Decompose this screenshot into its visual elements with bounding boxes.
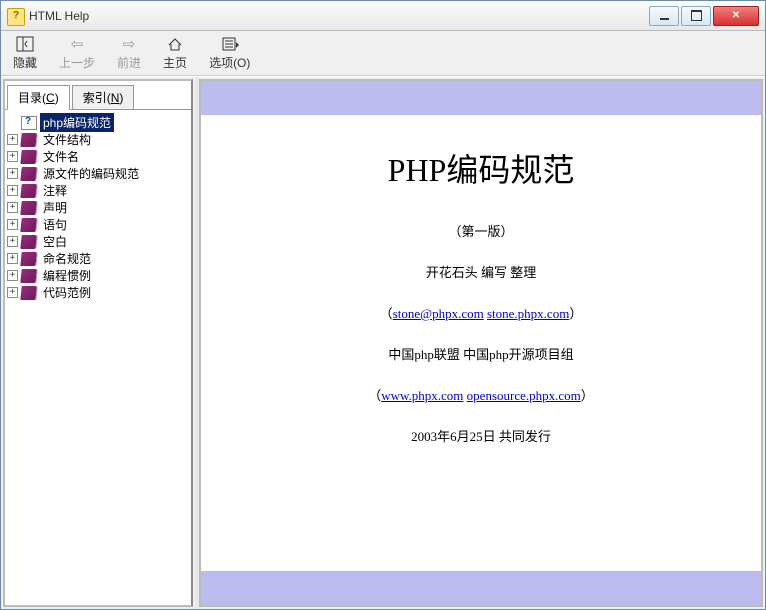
doc-email-line: （stone@phpx.com stone.phpx.com） bbox=[231, 303, 731, 322]
expand-icon[interactable]: + bbox=[7, 219, 18, 230]
expand-icon[interactable]: + bbox=[7, 253, 18, 264]
forward-button: ⇨ 前进 bbox=[109, 33, 149, 73]
hide-icon bbox=[15, 35, 35, 53]
expand-icon[interactable]: + bbox=[7, 270, 18, 281]
book-icon bbox=[20, 218, 37, 232]
nav-tabs: 目录(C) 索引(N) bbox=[7, 85, 191, 109]
book-icon bbox=[20, 133, 37, 147]
app-window: HTML Help 隐藏 ⇦ 上一步 ⇨ 前进 主页 bbox=[0, 0, 766, 610]
expand-icon[interactable]: + bbox=[7, 151, 18, 162]
book-icon bbox=[20, 235, 37, 249]
minimize-button[interactable] bbox=[649, 6, 679, 26]
home-button[interactable]: 主页 bbox=[155, 33, 195, 73]
doc-org: 中国php联盟 中国php开源项目组 bbox=[231, 344, 731, 363]
expand-icon[interactable]: + bbox=[7, 202, 18, 213]
tree-item-label: 代码范例 bbox=[40, 283, 94, 302]
expand-icon[interactable]: + bbox=[7, 236, 18, 247]
book-icon bbox=[20, 252, 37, 266]
content-pane[interactable]: PHP编码规范 （第一版） 开花石头 编写 整理 （stone@phpx.com… bbox=[199, 79, 763, 607]
doc-title: PHP编码规范 bbox=[231, 145, 731, 191]
back-arrow-icon: ⇦ bbox=[67, 35, 87, 53]
expand-icon[interactable]: + bbox=[7, 185, 18, 196]
hide-button[interactable]: 隐藏 bbox=[5, 33, 45, 73]
tree-item[interactable]: +注释 bbox=[7, 182, 189, 199]
home-icon bbox=[165, 35, 185, 53]
tree-item[interactable]: +命名规范 bbox=[7, 250, 189, 267]
expand-icon[interactable]: + bbox=[7, 134, 18, 145]
toolbar: 隐藏 ⇦ 上一步 ⇨ 前进 主页 选项(O) bbox=[1, 31, 765, 76]
book-icon bbox=[20, 286, 37, 300]
book-icon bbox=[20, 184, 37, 198]
book-icon bbox=[20, 150, 37, 164]
top-band bbox=[201, 81, 761, 115]
navigation-pane: 目录(C) 索引(N) php编码规范+文件结构+文件名+源文件的编码规范+注释… bbox=[3, 79, 193, 607]
close-button[interactable] bbox=[713, 6, 759, 26]
options-icon bbox=[220, 35, 240, 53]
tree-item[interactable]: +声明 bbox=[7, 199, 189, 216]
body-area: 目录(C) 索引(N) php编码规范+文件结构+文件名+源文件的编码规范+注释… bbox=[1, 76, 765, 609]
contents-tree[interactable]: php编码规范+文件结构+文件名+源文件的编码规范+注释+声明+语句+空白+命名… bbox=[5, 109, 191, 605]
app-icon bbox=[7, 8, 23, 24]
site-link-2[interactable]: opensource.phpx.com bbox=[467, 388, 581, 403]
book-icon bbox=[20, 269, 37, 283]
back-button: ⇦ 上一步 bbox=[51, 33, 103, 73]
window-title: HTML Help bbox=[29, 9, 647, 23]
maximize-button[interactable] bbox=[681, 6, 711, 26]
expand-icon[interactable]: + bbox=[7, 287, 18, 298]
tree-item[interactable]: +编程惯例 bbox=[7, 267, 189, 284]
forward-arrow-icon: ⇨ bbox=[119, 35, 139, 53]
email-link-2[interactable]: stone.phpx.com bbox=[487, 306, 569, 321]
tree-item[interactable]: +语句 bbox=[7, 216, 189, 233]
expand-icon bbox=[7, 117, 18, 128]
titlebar: HTML Help bbox=[1, 1, 765, 31]
help-page-icon bbox=[21, 116, 37, 130]
tab-contents[interactable]: 目录(C) bbox=[7, 85, 70, 110]
doc-edition: （第一版） bbox=[231, 221, 731, 240]
email-link-1[interactable]: stone@phpx.com bbox=[393, 306, 484, 321]
tree-item[interactable]: +文件名 bbox=[7, 148, 189, 165]
options-button[interactable]: 选项(O) bbox=[201, 33, 258, 73]
book-icon bbox=[20, 167, 37, 181]
doc-author: 开花石头 编写 整理 bbox=[231, 262, 731, 281]
tree-item[interactable]: +空白 bbox=[7, 233, 189, 250]
tree-item[interactable]: + 代码范例 bbox=[7, 284, 189, 301]
expand-icon[interactable]: + bbox=[7, 168, 18, 179]
tree-item[interactable]: php编码规范 bbox=[7, 114, 189, 131]
bottom-band bbox=[201, 571, 761, 605]
site-link-1[interactable]: www.phpx.com bbox=[381, 388, 463, 403]
book-icon bbox=[20, 201, 37, 215]
tree-item[interactable]: +源文件的编码规范 bbox=[7, 165, 189, 182]
tree-item[interactable]: +文件结构 bbox=[7, 131, 189, 148]
doc-date: 2003年6月25日 共同发行 bbox=[231, 426, 731, 445]
doc-links-line: （www.phpx.com opensource.phpx.com） bbox=[231, 385, 731, 404]
document-body: PHP编码规范 （第一版） 开花石头 编写 整理 （stone@phpx.com… bbox=[201, 115, 761, 527]
tab-index[interactable]: 索引(N) bbox=[72, 85, 135, 109]
window-controls bbox=[647, 6, 759, 26]
